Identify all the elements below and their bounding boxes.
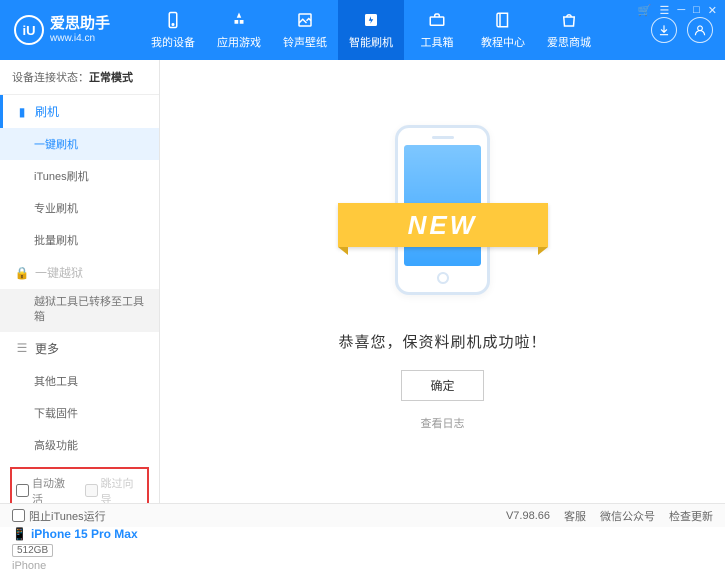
flash-icon [361,10,381,30]
more-icon: ☰ [15,341,29,355]
close-icon[interactable]: ✕ [708,4,717,17]
sidebar-other-tools[interactable]: 其他工具 [0,365,159,397]
version-label: V7.98.66 [506,510,550,522]
connection-status: 设备连接状态：正常模式 [0,60,159,95]
nav-my-device[interactable]: 我的设备 [140,0,206,60]
checkbox-block-itunes[interactable]: 阻止iTunes运行 [12,508,106,524]
footer-check-update[interactable]: 检查更新 [669,508,713,524]
sidebar-batch-flash[interactable]: 批量刷机 [0,224,159,256]
new-ribbon: NEW [338,203,548,247]
menu-icon[interactable]: ☰ [659,4,669,17]
logo-icon: iU [14,15,44,45]
section-flash[interactable]: ▮ 刷机 [0,95,159,128]
nav-tutorials[interactable]: 教程中心 [470,0,536,60]
top-nav: 我的设备 应用游戏 铃声壁纸 智能刷机 工具箱 教程中心 爱思商城 [140,0,651,60]
book-icon [493,10,513,30]
header-actions [651,17,725,43]
nav-toolbox[interactable]: 工具箱 [404,0,470,60]
logo: iU 爱思助手 www.i4.cn [0,15,140,45]
app-header: iU 爱思助手 www.i4.cn 我的设备 应用游戏 铃声壁纸 智能刷机 工具… [0,0,725,60]
sidebar-pro-flash[interactable]: 专业刷机 [0,192,159,224]
nav-apps[interactable]: 应用游戏 [206,0,272,60]
sidebar-one-key-flash[interactable]: 一键刷机 [0,128,159,160]
nav-flash[interactable]: 智能刷机 [338,0,404,60]
view-log-link[interactable]: 查看日志 [421,415,465,431]
section-more[interactable]: ☰ 更多 [0,332,159,365]
apps-icon [229,10,249,30]
app-name: 爱思助手 [50,16,110,33]
phone-illustration: NEW [333,115,553,305]
maximize-icon[interactable]: □ [693,4,700,17]
device-icon [163,10,183,30]
user-button[interactable] [687,17,713,43]
jailbreak-note: 越狱工具已转移至工具箱 [0,289,159,332]
phone-icon: ▮ [15,105,29,119]
section-jailbreak: 🔒 一键越狱 [0,256,159,289]
phone-small-icon: 📱 [12,527,27,541]
checkbox-skip-guide[interactable]: 跳过向导 [85,475,144,507]
sidebar-advanced[interactable]: 高级功能 [0,429,159,461]
download-button[interactable] [651,17,677,43]
window-controls: 🛒 ☰ ─ □ ✕ [638,4,717,17]
footer-support[interactable]: 客服 [564,508,586,524]
sidebar-itunes-flash[interactable]: iTunes刷机 [0,160,159,192]
footer: 阻止iTunes运行 V7.98.66 客服 微信公众号 检查更新 [0,503,725,527]
footer-wechat[interactable]: 微信公众号 [600,508,655,524]
sidebar-download-firmware[interactable]: 下载固件 [0,397,159,429]
ok-button[interactable]: 确定 [401,370,483,401]
device-info: 📱 iPhone 15 Pro Max 512GB iPhone [0,521,159,580]
checkbox-auto-activate[interactable]: 自动激活 [16,475,75,507]
app-url: www.i4.cn [50,33,110,44]
store-icon [559,10,579,30]
main-content: NEW 恭喜您，保资料刷机成功啦！ 确定 查看日志 [160,60,725,503]
toolbox-icon [427,10,447,30]
nav-ringtones[interactable]: 铃声壁纸 [272,0,338,60]
success-message: 恭喜您，保资料刷机成功啦！ [338,331,546,352]
nav-store[interactable]: 爱思商城 [536,0,602,60]
device-type: iPhone [12,560,147,572]
device-name[interactable]: 📱 iPhone 15 Pro Max [12,527,147,541]
device-storage: 512GB [12,544,53,557]
sidebar: 设备连接状态：正常模式 ▮ 刷机 一键刷机 iTunes刷机 专业刷机 批量刷机… [0,60,160,503]
lock-icon: 🔒 [15,266,29,280]
minimize-icon[interactable]: ─ [677,4,685,17]
wallpaper-icon [295,10,315,30]
cart-icon[interactable]: 🛒 [638,4,652,17]
